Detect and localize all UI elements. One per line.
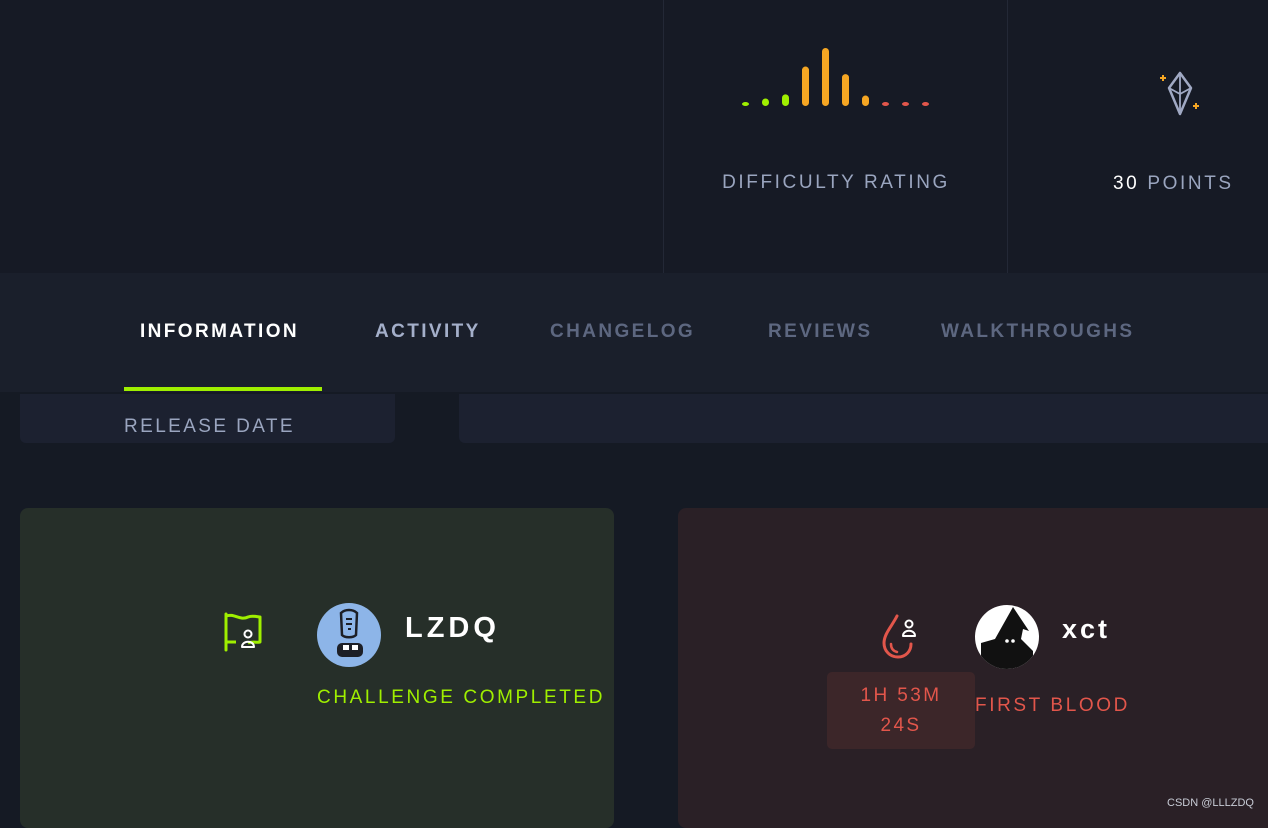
difficulty-bar [762,98,769,106]
wizard-avatar-icon [981,607,1033,669]
difficulty-bar [922,102,929,106]
difficulty-bar [742,102,749,106]
diamond-icon [1160,71,1199,116]
first-blood-time: 1H 53M 24S [827,672,975,749]
tab-reviews[interactable]: REVIEWS [768,321,872,343]
stats-header [0,0,1268,273]
info-panel [459,394,1268,443]
challenge-completed-label: CHALLENGE COMPLETED [317,687,606,708]
tab-bar: INFORMATION ACTIVITY CHANGELOG REVIEWS W… [0,273,1268,392]
difficulty-bar [882,102,889,106]
completion-card [20,508,614,828]
first-blood-time-line1: 1H 53M [860,685,942,706]
avatar-face-icon [337,608,363,657]
active-tab-indicator [124,387,322,391]
completion-username[interactable]: LZDQ [405,612,500,645]
release-date-label: RELEASE DATE [124,416,295,437]
first-blood-label: FIRST BLOOD [975,695,1130,716]
difficulty-bar [902,102,909,106]
flag-user-icon [224,612,262,652]
points-display: 30 POINTS [1113,173,1234,195]
difficulty-label: DIFFICULTY RATING [722,172,950,193]
avatar[interactable] [317,603,381,667]
tab-changelog[interactable]: CHANGELOG [550,321,695,343]
first-blood-card [678,508,1268,828]
difficulty-bar [842,74,849,106]
tab-activity[interactable]: ACTIVITY [375,321,481,343]
blood-drop-icon [882,614,916,659]
points-value: 30 [1113,173,1140,194]
watermark: CSDN @LLLZDQ [1167,797,1254,809]
stats-divider [663,0,664,273]
difficulty-chart [742,48,929,106]
difficulty-bar [802,66,809,106]
difficulty-bar [822,48,829,106]
first-blood-time-line2: 24S [880,715,922,736]
avatar[interactable] [975,605,1039,669]
difficulty-bar [782,94,789,106]
first-blood-username[interactable]: xct [1062,614,1110,645]
difficulty-bar [862,95,869,106]
stats-divider [1007,0,1008,273]
tab-information[interactable]: INFORMATION [140,321,299,343]
points-label: POINTS [1147,173,1234,194]
tab-walkthroughs[interactable]: WALKTHROUGHS [941,321,1134,343]
